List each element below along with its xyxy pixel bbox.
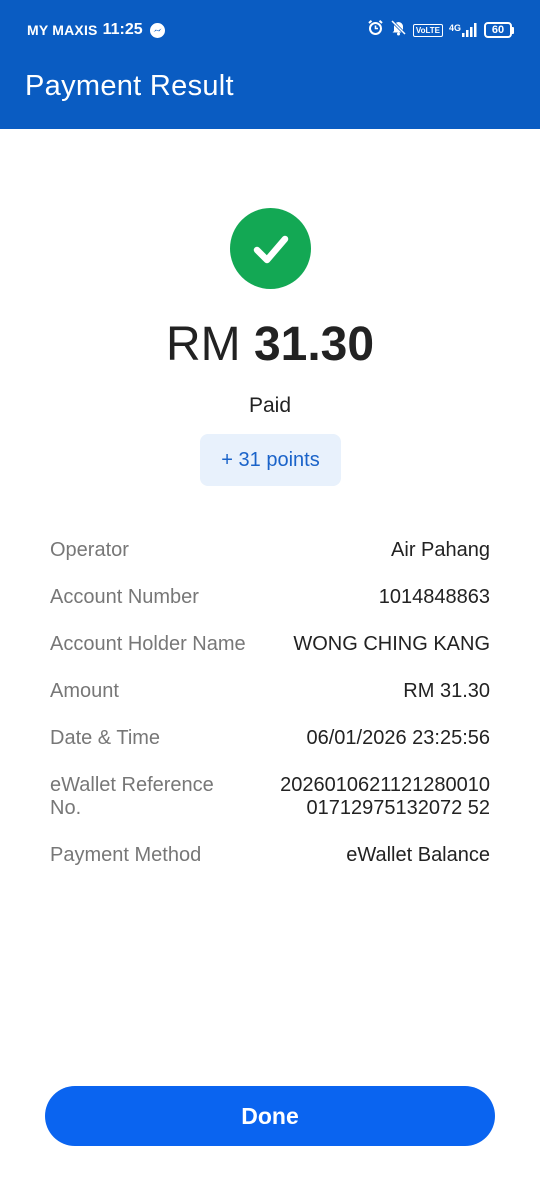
points-badge: + 31 points <box>200 434 341 486</box>
detail-row-account-number: Account Number 1014848863 <box>50 586 490 609</box>
detail-value: 06/01/2026 23:25:56 <box>306 727 490 749</box>
volte-icon: VoLTE <box>412 23 443 37</box>
detail-label: Amount <box>50 680 119 702</box>
detail-value: RM 31.30 <box>403 680 490 702</box>
detail-label: Date & Time <box>50 727 161 749</box>
payment-details: Operator Air Pahang Account Number 10148… <box>50 539 490 891</box>
battery-icon: 60 <box>484 22 514 38</box>
detail-value: WONG CHING KANG <box>293 633 490 655</box>
amount-currency: RM <box>165 318 241 371</box>
detail-row-date-time: Date & Time 06/01/2026 23:25:56 <box>50 727 490 750</box>
network-type-label: 4G <box>448 23 461 33</box>
amount-value: 31.30 <box>253 318 375 371</box>
detail-label: Payment Method <box>50 844 202 866</box>
detail-row-account-holder: Account Holder Name WONG CHING KANG <box>50 633 490 656</box>
payment-status: Paid <box>248 394 292 417</box>
messenger-icon <box>149 22 165 38</box>
success-check-icon <box>230 208 311 289</box>
done-button[interactable]: Done <box>45 1086 495 1146</box>
detail-label: Account Number <box>50 586 199 608</box>
carrier-label: MY MAXIS <box>27 22 98 38</box>
page-title: Payment Result <box>25 70 234 102</box>
detail-row-operator: Operator Air Pahang <box>50 539 490 562</box>
detail-row-payment-method: Payment Method eWallet Balance <box>50 844 490 867</box>
battery-level: 60 <box>484 22 512 38</box>
detail-label: eWallet Reference No. <box>50 774 214 819</box>
status-bar: MY MAXIS 11:25 VoLTE 4G 60 <box>0 0 540 62</box>
payment-amount: RM 31.30 <box>0 317 540 372</box>
clock: 11:25 <box>102 21 143 38</box>
detail-value: Air Pahang <box>391 539 490 561</box>
payment-result-content: RM 31.30 Paid + 31 points Operator Air P… <box>0 129 540 1194</box>
detail-row-reference: eWallet Reference No. 202601062112128001… <box>50 774 490 820</box>
detail-label: Operator <box>50 539 129 561</box>
detail-label: Account Holder Name <box>50 633 246 655</box>
detail-value: 1014848863 <box>378 586 490 608</box>
mute-bell-icon <box>390 19 407 41</box>
signal-icon: 4G <box>449 23 478 37</box>
detail-value: eWallet Balance <box>346 844 490 866</box>
app-bar: Payment Result <box>0 62 540 129</box>
alarm-icon <box>367 19 384 41</box>
detail-row-amount: Amount RM 31.30 <box>50 680 490 703</box>
detail-value: 202601062112128001001712975132072 52 <box>280 774 490 819</box>
